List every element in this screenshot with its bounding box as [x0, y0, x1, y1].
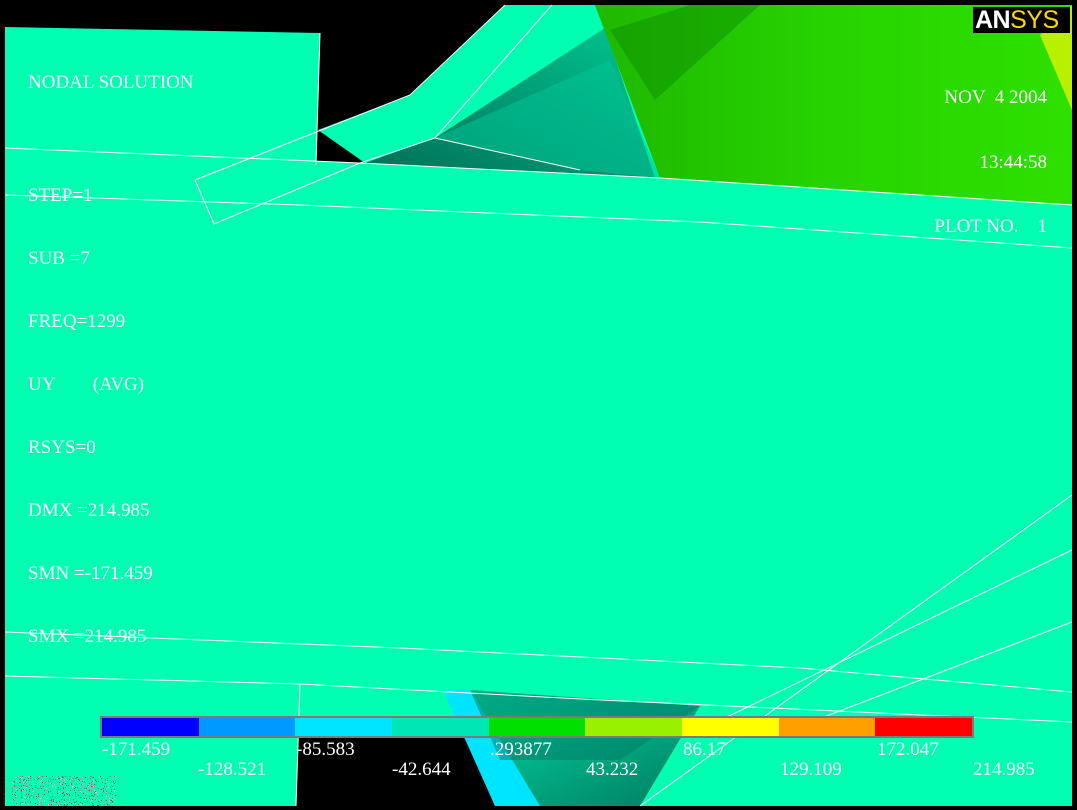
- info-freq: FREQ=1299: [28, 311, 126, 332]
- legend-swatch-3: [295, 718, 393, 736]
- legend-tick-6: 43.232: [586, 759, 639, 780]
- info-smn: SMN =-171.459: [28, 563, 153, 584]
- legend-tick-9: 172.047: [877, 739, 939, 760]
- plot-number: PLOT NO. 1: [934, 216, 1047, 237]
- legend-tick-8: 129.109: [780, 759, 842, 780]
- info-dmx: DMX =214.985: [28, 500, 150, 521]
- legend-tick-10: 214.985: [973, 759, 1035, 780]
- legend-swatch-6: [585, 718, 683, 736]
- plot-time: 13:44:58: [979, 151, 1047, 173]
- legend-swatch-7: [682, 718, 779, 736]
- info-smx: SMX =214.985: [28, 626, 147, 647]
- legend-tick-5: .293877: [490, 739, 552, 760]
- legend-tick-2: -128.521: [198, 759, 267, 780]
- info-title: NODAL SOLUTION: [28, 72, 194, 93]
- legend-swatch-8: [778, 718, 876, 736]
- legend-tick-3: -85.583: [296, 739, 355, 760]
- legend-swatch-9: [875, 718, 973, 736]
- legend-swatch-4: [392, 718, 489, 736]
- logo-text-sys: SYS: [1010, 6, 1059, 34]
- solution-info: NODAL SOLUTION STEP=1 SUB =7 FREQ=1299 U…: [28, 30, 194, 689]
- graphics-viewport[interactable]: ANSYS NODAL SOLUTION STEP=1 SUB =7 FREQ=…: [0, 0, 1077, 810]
- ansys-logo: ANSYS: [973, 7, 1070, 33]
- legend-swatch-1: [102, 718, 199, 736]
- noise-artifact: [12, 776, 116, 806]
- date-box: NOV 4 2004 13:44:58 PLOT NO. 1: [934, 44, 1047, 281]
- logo-text-an: AN: [975, 6, 1011, 34]
- legend-tick-4: -42.644: [392, 759, 451, 780]
- legend-swatch-5: [488, 718, 586, 736]
- legend-swatch-2: [198, 718, 296, 736]
- plot-date: NOV 4 2004: [944, 87, 1047, 108]
- info-uy: UY (AVG): [28, 374, 145, 395]
- contour-legend-bar: [100, 716, 974, 738]
- legend-tick-7: 86.17: [683, 739, 726, 760]
- info-sub: SUB =7: [28, 248, 90, 269]
- info-rsys: RSYS=0: [28, 437, 96, 458]
- legend-tick-1: -171.459: [102, 739, 171, 760]
- info-step: STEP=1: [28, 185, 93, 206]
